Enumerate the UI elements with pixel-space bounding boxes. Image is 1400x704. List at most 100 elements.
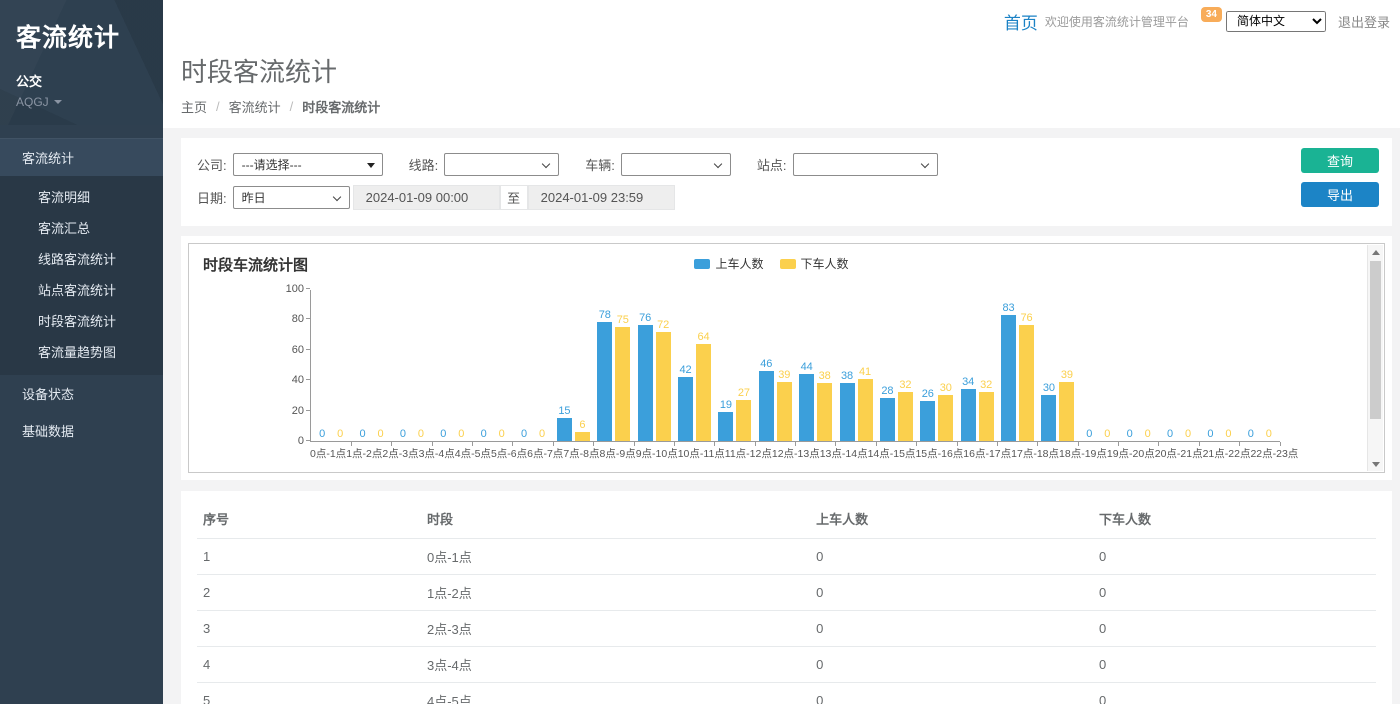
table-header-row: 序号时段上车人数下车人数 — [197, 499, 1376, 539]
bar-column: 78 — [597, 290, 612, 441]
x-axis-label: 9点-10点 — [636, 446, 678, 461]
export-button[interactable]: 导出 — [1301, 182, 1379, 207]
table-cell: 2 — [197, 575, 421, 611]
bar — [696, 344, 711, 441]
chevron-down-icon — [542, 160, 550, 168]
bar-column: 0 — [535, 290, 550, 441]
app-logo: 客流统计 — [16, 18, 147, 54]
bar — [656, 332, 671, 441]
chart-scrollbar[interactable] — [1367, 245, 1383, 471]
bar-column: 0 — [517, 290, 532, 441]
legend-item-0[interactable]: 上车人数 — [694, 255, 763, 272]
dropdown-arrow-icon — [367, 163, 375, 168]
bar-column: 0 — [355, 290, 370, 441]
sidebar-item-0-3[interactable]: 站点客流统计 — [0, 274, 163, 305]
line-select[interactable] — [444, 153, 559, 176]
date-from-input[interactable]: 2024-01-09 00:00 — [353, 185, 500, 210]
sidebar-item-0-2[interactable]: 线路客流统计 — [0, 243, 163, 274]
notification-badge[interactable]: 34 — [1201, 7, 1222, 22]
bar-value-label: 78 — [599, 309, 611, 321]
bar-value-label: 32 — [980, 379, 992, 391]
bar-group: 1927 — [715, 290, 755, 441]
bar-column: 38 — [817, 290, 832, 441]
scroll-down-icon[interactable] — [1368, 457, 1383, 471]
main-area: 首页 欢迎使用客流统计管理平台 34 简体中文 退出登录 时段客流统计 主页/客… — [163, 0, 1400, 704]
date-to-input[interactable]: 2024-01-09 23:59 — [528, 185, 675, 210]
table-cell: 0 — [810, 611, 1093, 647]
bar-value-label: 19 — [720, 399, 732, 411]
sidebar: 客流统计 公交 AQGJ 客流统计客流明细客流汇总线路客流统计站点客流统计时段客… — [0, 0, 163, 704]
station-select[interactable] — [793, 153, 938, 176]
table-column-header: 上车人数 — [810, 499, 1093, 539]
bar-group: 00 — [1119, 290, 1159, 441]
y-axis-tick — [306, 349, 310, 350]
bar — [1059, 382, 1074, 441]
breadcrumb-item-2: 时段客流统计 — [302, 97, 380, 116]
table-cell: 0 — [1093, 647, 1376, 683]
org-name: 公交 — [16, 71, 147, 90]
bar-value-label: 42 — [679, 364, 691, 376]
bar-column: 42 — [678, 290, 693, 441]
scroll-up-icon[interactable] — [1368, 245, 1383, 259]
x-axis-label: 7点-8点 — [563, 446, 599, 461]
bar-column: 83 — [1001, 290, 1016, 441]
y-axis-label: 40 — [270, 374, 304, 386]
sidebar-item-0-5[interactable]: 客流量趋势图 — [0, 336, 163, 367]
bar-column: 28 — [880, 290, 895, 441]
topbar: 首页 欢迎使用客流统计管理平台 34 简体中文 退出登录 — [163, 0, 1400, 42]
scrollbar-thumb[interactable] — [1370, 261, 1381, 419]
org-code-dropdown[interactable]: AQGJ — [16, 95, 147, 109]
x-axis-label: 6点-7点 — [527, 446, 563, 461]
sidebar-item-0-1[interactable]: 客流汇总 — [0, 212, 163, 243]
sidebar-item-0-4[interactable]: 时段客流统计 — [0, 305, 163, 336]
chevron-down-icon — [714, 160, 722, 168]
y-axis-tick — [306, 288, 310, 289]
bar — [898, 392, 913, 441]
bar-column: 0 — [476, 290, 491, 441]
bar-column: 19 — [718, 290, 733, 441]
bar — [736, 400, 751, 441]
bar-column: 0 — [1100, 290, 1115, 441]
bar-value-label: 0 — [1248, 428, 1254, 440]
x-axis-label: 17点-18点 — [1011, 446, 1059, 461]
home-link[interactable]: 首页 — [1004, 9, 1038, 34]
bar-group: 00 — [1159, 290, 1199, 441]
vehicle-select[interactable] — [621, 153, 731, 176]
bar — [759, 371, 774, 441]
sidebar-item-0-0[interactable]: 客流明细 — [0, 181, 163, 212]
company-select[interactable]: ---请选择--- — [233, 153, 383, 176]
bar-column: 0 — [373, 290, 388, 441]
bar-group: 00 — [311, 290, 351, 441]
bar-group: 78 75 — [594, 290, 634, 441]
bar-group: 7672 — [634, 290, 674, 441]
breadcrumb-item-1[interactable]: 客流统计 — [229, 97, 281, 116]
chevron-down-icon — [54, 100, 62, 104]
sidebar-section-2[interactable]: 基础数据 — [0, 412, 163, 449]
date-preset-select[interactable]: 昨日 — [233, 186, 350, 209]
bar — [961, 389, 976, 441]
bar-group: 00 — [1199, 290, 1239, 441]
bar-column: 75 — [615, 290, 630, 441]
bar-value-label: 0 — [1225, 428, 1231, 440]
legend-item-1[interactable]: 下车人数 — [780, 255, 849, 272]
bar — [575, 432, 590, 441]
bar-column: 76 — [638, 290, 653, 441]
bar — [938, 395, 953, 441]
bar — [799, 374, 814, 441]
chart-panel: 时段车流统计图 上车人数下车人数 02040608010000000000000… — [181, 236, 1392, 480]
query-button[interactable]: 查询 — [1301, 148, 1379, 173]
bar-group: 00 — [1078, 290, 1118, 441]
bar-column: 76 — [1019, 290, 1034, 441]
table-cell: 3 — [197, 611, 421, 647]
logout-link[interactable]: 退出登录 — [1338, 12, 1390, 31]
bar-value-label: 41 — [859, 366, 871, 378]
bar-column: 38 — [840, 290, 855, 441]
x-axis-label: 1点-2点 — [346, 446, 382, 461]
breadcrumb-item-0[interactable]: 主页 — [181, 97, 207, 116]
sidebar-section-1[interactable]: 设备状态 — [0, 375, 163, 412]
sidebar-section-0[interactable]: 客流统计 — [0, 138, 163, 176]
bar-column: 0 — [454, 290, 469, 441]
language-select[interactable]: 简体中文 — [1226, 11, 1326, 32]
y-axis-label: 0 — [270, 435, 304, 447]
bar-column: 44 — [799, 290, 814, 441]
